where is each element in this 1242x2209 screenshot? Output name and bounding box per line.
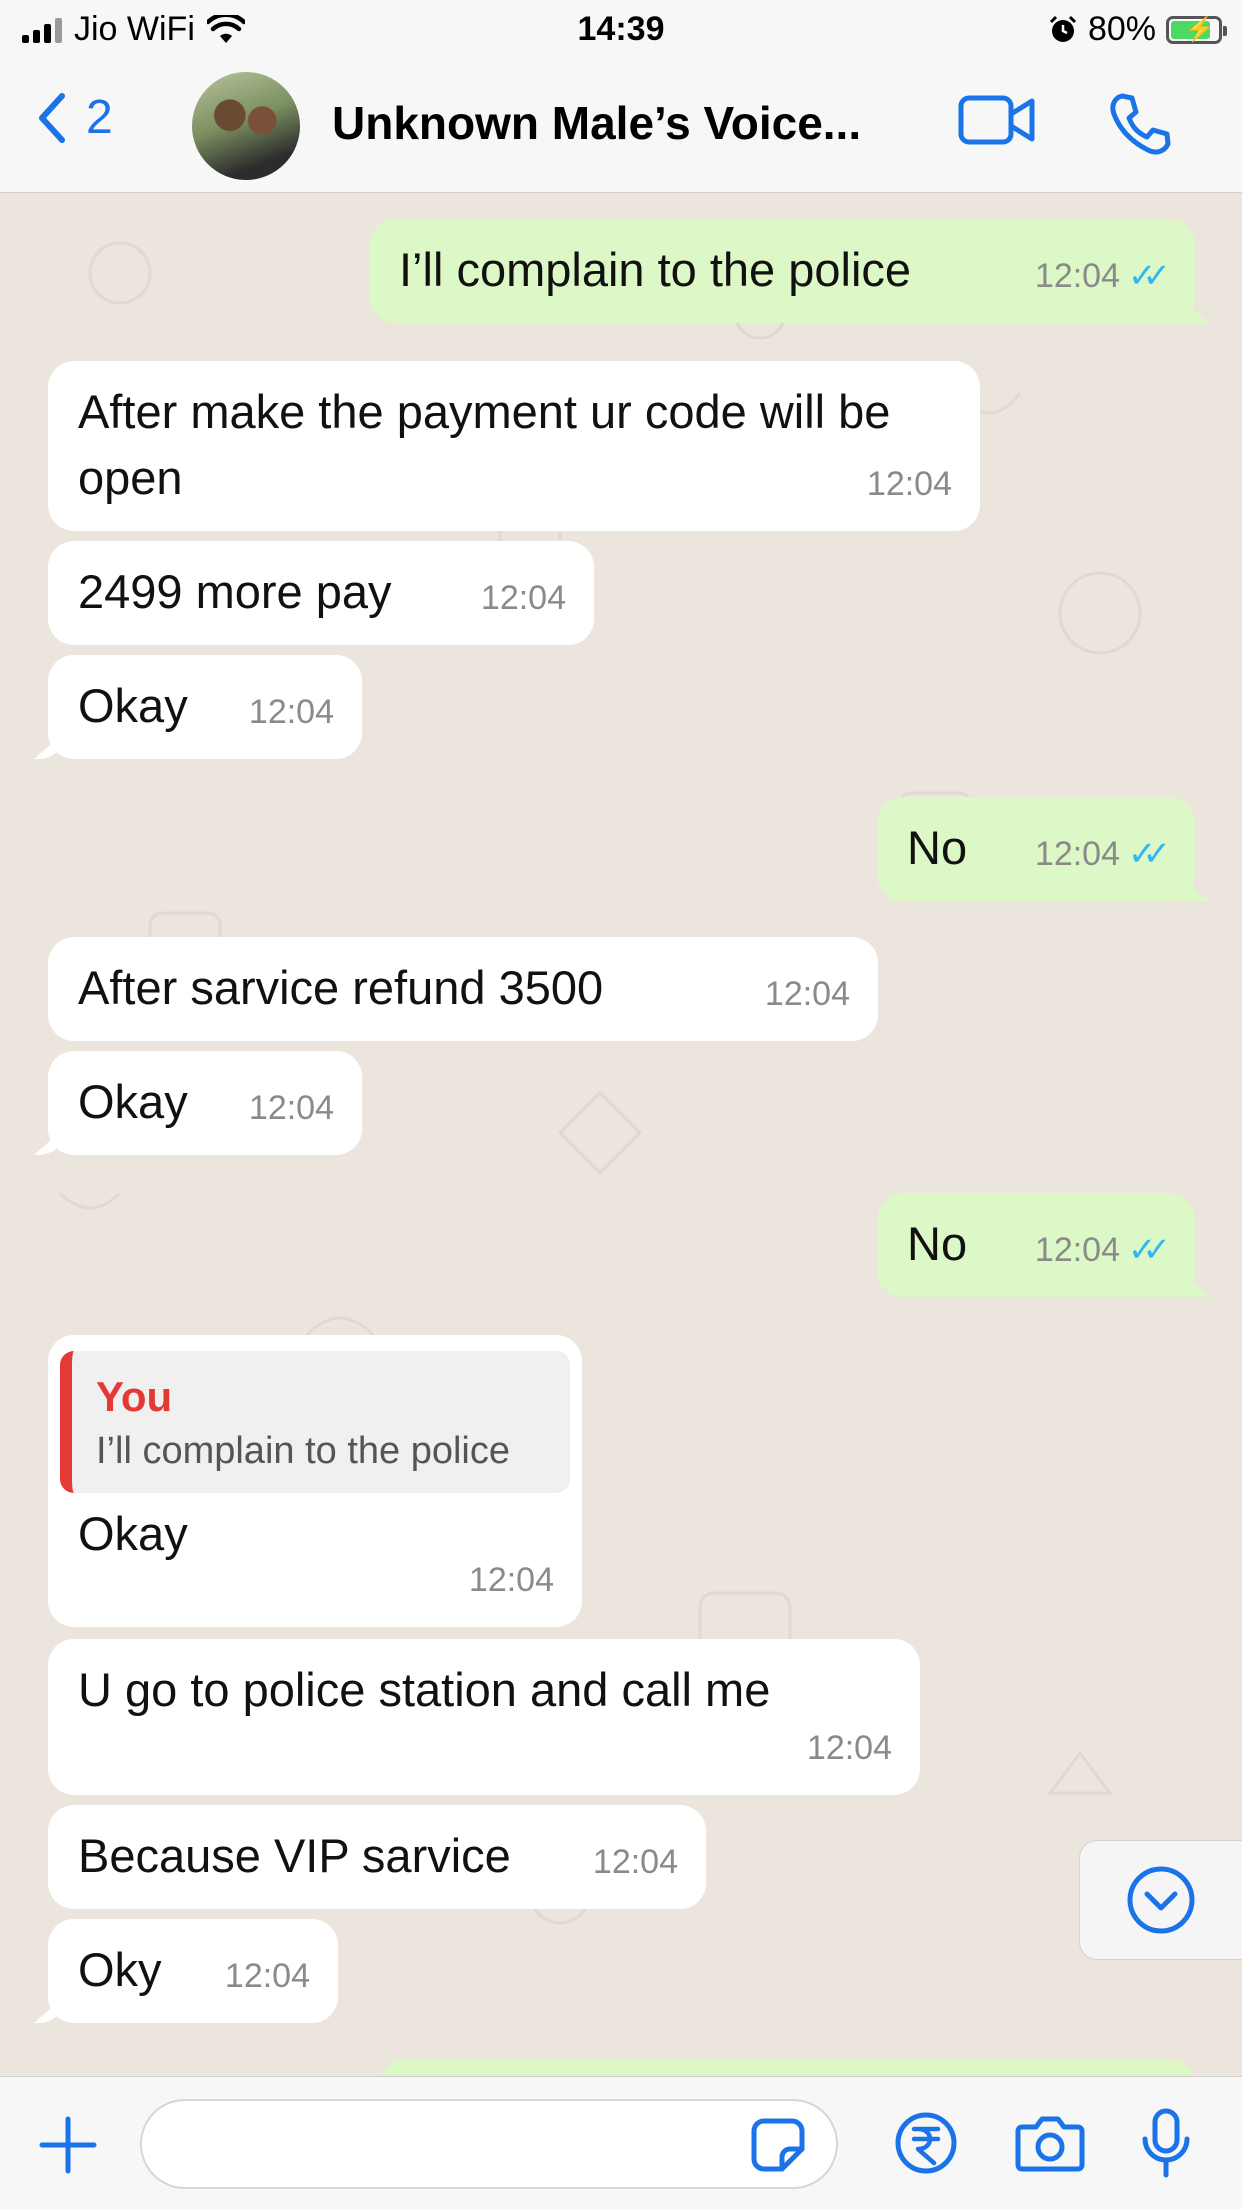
chevron-down-circle-icon <box>1127 1866 1195 1934</box>
message-incoming[interactable]: 2499 more pay 12:04 <box>48 541 594 645</box>
message-text: Oky <box>78 1943 162 1996</box>
message-time: 12:04 <box>1034 835 1121 873</box>
sticker-icon[interactable] <box>750 2117 806 2173</box>
message-text: I’ll complain to the police <box>399 243 912 296</box>
read-receipt-icon: ✓✓ <box>1128 257 1171 295</box>
message-time: 12:04 <box>224 1957 310 1995</box>
microphone-icon[interactable] <box>1140 2107 1192 2181</box>
message-text: Okay <box>78 1075 188 1128</box>
quote-text: I’ll complain to the police <box>96 1430 510 1472</box>
message-text: 2499 more pay <box>78 565 392 618</box>
message-text: No <box>907 821 968 874</box>
read-receipt-icon: ✓✓ <box>1128 1231 1171 1269</box>
message-input-field[interactable] <box>140 2099 838 2189</box>
message-time: 12:04 <box>480 579 566 617</box>
message-incoming[interactable]: After make the payment ur code will be o… <box>48 361 980 531</box>
message-outgoing[interactable]: No 12:04 ✓✓ <box>877 797 1195 901</box>
alarm-icon <box>1049 15 1076 42</box>
message-text: Okay <box>78 679 188 732</box>
scroll-to-bottom-button[interactable] <box>1079 1840 1242 1960</box>
back-button[interactable]: 2 <box>36 90 113 145</box>
message-time: 12:04 <box>764 975 850 1013</box>
message-text: No <box>907 1217 968 1270</box>
status-bar: Jio WiFi 14:39 80% ⚡ <box>0 0 1242 62</box>
quoted-message[interactable]: You I’ll complain to the police <box>60 1351 570 1493</box>
message-outgoing-partial[interactable] <box>380 2059 1195 2075</box>
message-incoming[interactable]: Okay 12:04 <box>48 655 362 759</box>
message-incoming[interactable]: Oky 12:04 <box>48 1919 338 2023</box>
message-incoming[interactable]: Okay 12:04 <box>48 1051 362 1155</box>
read-receipt-icon: ✓✓ <box>1128 835 1171 873</box>
message-outgoing[interactable]: I’ll complain to the police 12:04 ✓✓ <box>369 219 1195 323</box>
phone-call-icon[interactable] <box>1108 92 1172 156</box>
plus-icon[interactable] <box>36 2113 100 2177</box>
message-text: After make the payment ur code will be o… <box>78 385 891 504</box>
message-text: U go to police station and call me <box>78 1663 771 1716</box>
message-incoming[interactable]: After sarvice refund 3500 12:04 <box>48 937 878 1041</box>
message-time: 12:04 <box>866 465 952 503</box>
message-incoming[interactable]: Because VIP sarvice 12:04 <box>48 1805 706 1909</box>
unread-count: 2 <box>86 91 113 144</box>
message-time: 12:04 <box>248 693 334 731</box>
payment-rupee-icon[interactable] <box>894 2111 958 2175</box>
message-meta: 12:04 ✓✓ <box>1034 243 1171 309</box>
contact-name[interactable]: Unknown Male’s Voice... <box>332 96 902 150</box>
battery-icon: ⚡ <box>1166 15 1227 44</box>
quote-author: You <box>96 1373 173 1420</box>
message-time: 12:04 <box>592 1843 678 1881</box>
video-call-icon[interactable] <box>958 92 1036 148</box>
message-input[interactable] <box>172 2101 736 2187</box>
message-incoming-reply[interactable]: You I’ll complain to the police Okay 12:… <box>48 1335 582 1627</box>
message-text: After sarvice refund 3500 <box>78 961 604 1014</box>
message-incoming[interactable]: U go to police station and call me 12:04 <box>48 1639 920 1795</box>
battery-percent: 80% <box>1087 10 1156 48</box>
chat-header: 2 Unknown Male’s Voice... <box>0 62 1242 193</box>
message-time: 12:04 <box>468 1561 554 1599</box>
message-time: 12:04 <box>1034 257 1121 295</box>
message-outgoing[interactable]: No 12:04 ✓✓ <box>877 1193 1195 1297</box>
message-time: 12:04 <box>806 1729 892 1767</box>
chevron-left-icon <box>39 92 65 143</box>
camera-icon[interactable] <box>1014 2113 1086 2173</box>
message-text: Because VIP sarvice <box>78 1829 511 1882</box>
composer-bar <box>0 2076 1242 2209</box>
message-list[interactable]: I’ll complain to the police 12:04 ✓✓ Aft… <box>0 193 1242 2075</box>
message-time: 12:04 <box>1034 1231 1121 1269</box>
message-time: 12:04 <box>248 1089 334 1127</box>
charging-bolt-icon: ⚡ <box>1185 15 1215 43</box>
avatar[interactable] <box>192 72 300 180</box>
